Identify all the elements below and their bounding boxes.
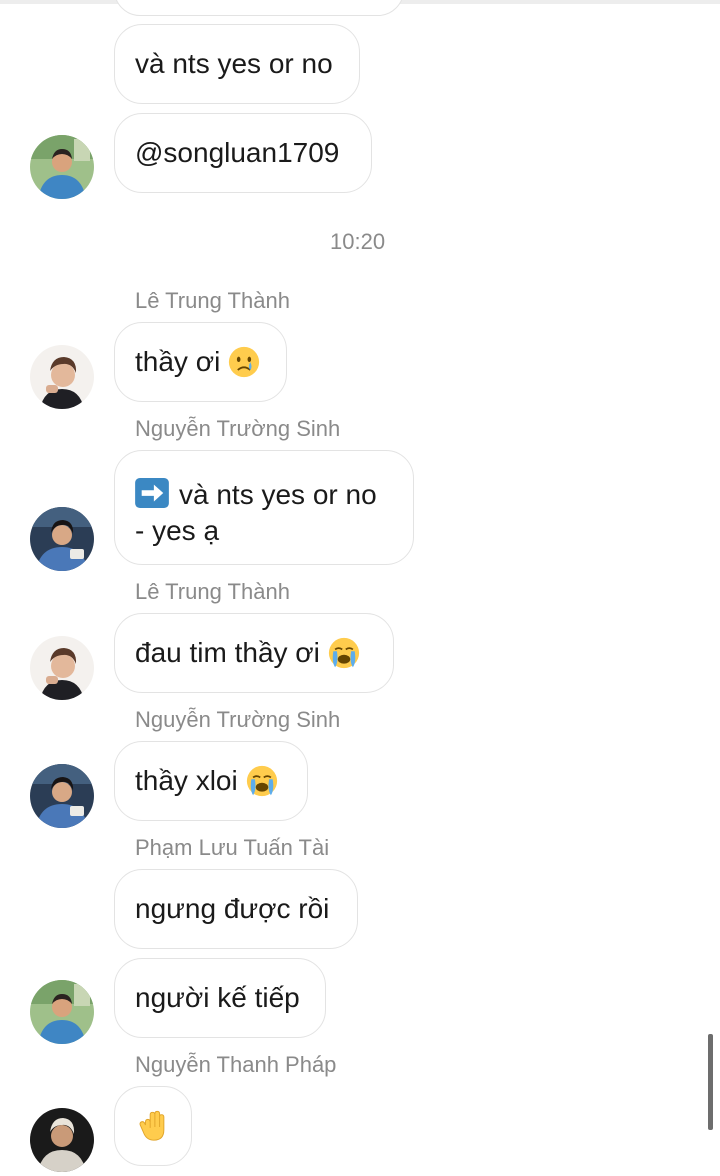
message-text: thầy xloi	[135, 765, 238, 796]
message-bubble[interactable]: và nts yes or no	[114, 24, 360, 104]
message-text: thầy ơi	[135, 346, 221, 377]
avatar-le-trung-thanh[interactable]	[30, 345, 94, 409]
message-bubble[interactable]: thầy ơi	[114, 322, 287, 402]
message-bubble-partial[interactable]	[114, 0, 404, 16]
timestamp: 10:20	[330, 229, 386, 254]
message-bubble[interactable]	[114, 1086, 192, 1166]
avatar-songluan[interactable]	[30, 135, 94, 199]
message-bubble[interactable]: thầy xloi	[114, 741, 308, 821]
message-text: - yes ạ	[135, 515, 220, 546]
sender-name: Lê Trung Thành	[135, 288, 290, 313]
avatar-le-trung-thanh[interactable]	[30, 636, 94, 700]
message-bubble[interactable]: và nts yes or no - yes ạ	[114, 450, 414, 565]
sender-name: Phạm Lưu Tuấn Tài	[135, 835, 330, 860]
raised-hand-icon	[136, 1109, 170, 1143]
message-text: đau tim thầy ơi	[135, 637, 320, 668]
message-bubble[interactable]: đau tim thầy ơi	[114, 613, 394, 693]
scrollbar[interactable]	[708, 1034, 713, 1130]
avatar-nguyen-truong-sinh[interactable]	[30, 764, 94, 828]
message-bubble[interactable]: ngưng được rồi	[114, 869, 358, 949]
sender-name: Nguyễn Thanh Pháp	[135, 1052, 337, 1077]
sender-name: Nguyễn Trường Sinh	[135, 707, 341, 732]
quoted-text: và nts yes or no	[179, 479, 377, 510]
loudly-crying-face-icon	[328, 637, 360, 669]
message-bubble[interactable]: @songluan1709	[114, 113, 372, 193]
sender-name: Nguyễn Trường Sinh	[135, 416, 341, 441]
message-bubble[interactable]: người kế tiếp	[114, 958, 326, 1038]
message-text: ngưng được rồi	[135, 893, 330, 924]
message-text: người kế tiếp	[135, 982, 300, 1013]
sender-name: Lê Trung Thành	[135, 579, 290, 604]
message-text: và nts yes or no	[135, 48, 333, 79]
mention-text[interactable]: @songluan1709	[135, 135, 339, 171]
loudly-crying-face-icon	[246, 765, 278, 797]
avatar-nguyen-truong-sinh[interactable]	[30, 507, 94, 571]
avatar-songluan[interactable]	[30, 980, 94, 1044]
avatar-nguyen-thanh-phap[interactable]	[30, 1108, 94, 1172]
right-arrow-icon	[135, 478, 169, 508]
crying-face-icon	[228, 346, 260, 378]
